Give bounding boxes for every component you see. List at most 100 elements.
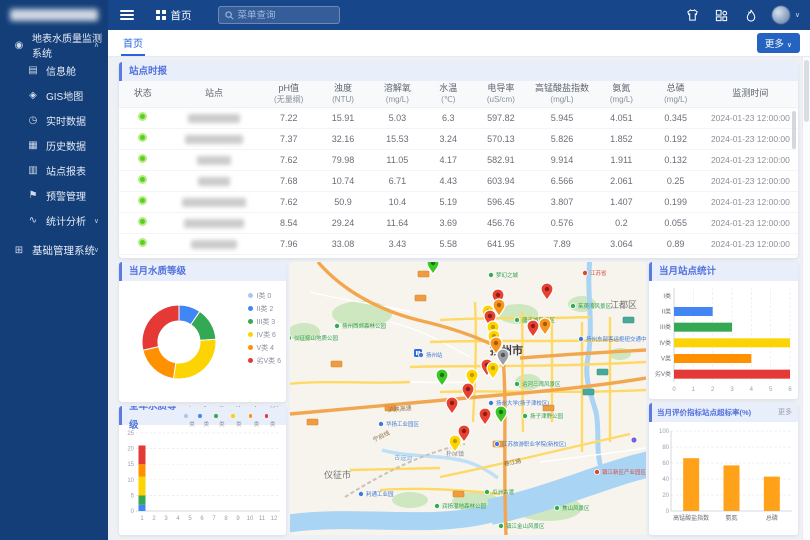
svg-text:利通工业园: 利通工业园	[366, 490, 394, 498]
layout-screen-icon[interactable]	[714, 7, 730, 23]
table-row[interactable]: 7.6810.746.714.43603.946.5662.0610.25202…	[119, 170, 798, 191]
station-name-redacted	[185, 135, 243, 144]
svg-text:扬子津野公园: 扬子津野公园	[530, 412, 564, 420]
legend-item[interactable]: I类 0	[248, 289, 281, 302]
sidebar-item-4[interactable]: ▥站点报表	[0, 158, 108, 183]
svg-text:焦山风景区: 焦山风景区	[562, 504, 590, 512]
exceed-bar-高锰酸盐指数[interactable]	[683, 458, 699, 511]
exceed-bar-总磷[interactable]	[764, 477, 780, 511]
tab-home[interactable]: 首页	[121, 30, 145, 56]
column-header: 总磷(mg/L)	[649, 81, 703, 107]
monitor-time: 2024-01-23 12:00:00	[703, 233, 798, 254]
table-row[interactable]: 7.3732.1615.533.24570.135.8261.8520.1922…	[119, 128, 798, 149]
svg-text:40: 40	[662, 477, 669, 483]
chevron-down-icon: ∨	[94, 217, 99, 225]
svg-text:II类: II类	[662, 308, 671, 316]
sidebar-item-5[interactable]: ⚑预警管理	[0, 183, 108, 208]
map-label: 运河三湾风景区	[514, 380, 561, 388]
panel-title: 当月评价指标站点超标率(%) 更多	[649, 403, 798, 422]
svg-text:5: 5	[131, 493, 135, 499]
hbar-IV类[interactable]	[674, 338, 790, 347]
monitor-time: 2024-01-23 12:00:00	[703, 170, 798, 191]
user-avatar[interactable]	[772, 6, 790, 24]
donut-legend: I类 0II类 2III类 3IV类 6V类 4劣V类 6	[248, 289, 281, 367]
annual-grade-panel: 全年水质等级 I类II类III类IV类V类劣V类 051015202512345…	[119, 406, 286, 535]
map-label: 江苏旅游职业学院(新校区)	[494, 440, 566, 448]
hamburger-menu-icon[interactable]	[120, 10, 134, 20]
chevron-down-icon: ∨	[94, 246, 99, 254]
table-row[interactable]: 7.6250.910.45.19596.453.8071.4070.199202…	[119, 191, 798, 212]
donut-slice-劣V类[interactable]	[142, 305, 179, 350]
topbar: 首页 ∨	[108, 0, 810, 30]
hbar-III类[interactable]	[674, 323, 732, 332]
exceed-rate-bar-chart: 020406080100高锰酸盐指数氨氮总磷	[649, 423, 798, 535]
stack-segment-V类[interactable]	[139, 464, 146, 476]
stack-segment-II类[interactable]	[139, 505, 146, 511]
legend-item[interactable]: 劣V类 6	[248, 354, 281, 367]
theme-skin-icon[interactable]	[685, 7, 701, 23]
table-scrollbar[interactable]	[792, 111, 796, 149]
svg-text:5: 5	[188, 516, 192, 522]
hbar-劣V类[interactable]	[674, 370, 790, 379]
month-site-stats-panel: 当月站点统计 0123456I类II类III类IV类V类劣V类	[649, 262, 798, 399]
sidebar-item-1[interactable]: ◈GIS地图	[0, 83, 108, 108]
legend-item[interactable]: V类 4	[248, 341, 281, 354]
stack-segment-劣V类[interactable]	[139, 445, 146, 464]
tab-strip: 首页 更多∨	[108, 30, 810, 57]
hbar-V类[interactable]	[674, 354, 751, 363]
search-input[interactable]	[238, 10, 333, 21]
menu-item-icon: ▦	[26, 140, 40, 151]
status-dot-green	[138, 154, 147, 163]
svg-text:梦幻之城: 梦幻之城	[496, 271, 519, 279]
map-label: 扬州东部客运枢纽交通中心	[578, 335, 646, 343]
flame-icon[interactable]	[743, 7, 759, 23]
annual-grade-stacked-chart: 0510152025123456789101112	[119, 427, 286, 533]
monitor-time: 2024-01-23 12:00:00	[703, 107, 798, 128]
hbar-II类[interactable]	[674, 307, 713, 316]
menu-search[interactable]	[218, 6, 340, 24]
donut-slice-IV类[interactable]	[173, 339, 216, 379]
more-dropdown-button[interactable]: 更多∨	[757, 33, 800, 53]
svg-text:扬州东部客运枢纽交通中心: 扬州东部客运枢纽交通中心	[586, 335, 646, 343]
month-site-bar-chart: 0123456I类II类III类IV类V类劣V类	[649, 282, 798, 399]
sidebar-submenu: ▤信息舱◈GIS地图◷实时数据▦历史数据▥站点报表⚑预警管理∿统计分析∨	[0, 58, 108, 233]
column-header: 氨氮(mg/L)	[594, 81, 648, 107]
exceed-bar-氨氮[interactable]	[724, 465, 740, 511]
sidebar-item-0[interactable]: ▤信息舱	[0, 58, 108, 83]
svg-text:仪征市: 仪征市	[324, 469, 351, 480]
svg-text:江苏省: 江苏省	[590, 269, 607, 277]
sidebar-group-surface-water[interactable]: ◉ 地表水质量监测系统 ∧	[0, 32, 108, 58]
panel-title: 全年水质等级 I类II类III类IV类V类劣V类	[119, 406, 286, 425]
svg-text:总磷: 总磷	[766, 514, 778, 522]
sidebar-group-base-mgmt[interactable]: ⊞ 基础管理系统 ∨	[0, 237, 108, 263]
page-scrollbar[interactable]	[802, 30, 810, 540]
svg-text:2: 2	[152, 516, 156, 522]
sidebar-item-6[interactable]: ∿统计分析∨	[0, 208, 108, 233]
svg-text:1: 1	[140, 516, 144, 522]
legend-item[interactable]: III类 3	[248, 315, 281, 328]
sidebar-item-3[interactable]: ▦历史数据	[0, 133, 108, 158]
search-icon	[225, 11, 234, 20]
grid-icon	[156, 10, 166, 20]
chevron-down-icon[interactable]: ∨	[795, 11, 800, 19]
gis-map[interactable]: 扬州市仪征市江都区朴席镇沪陕高速春江路宁启线古运河扬州西郊森林公园仪征捺山地质公…	[290, 262, 646, 535]
stack-segment-III类[interactable]	[139, 495, 146, 504]
sidebar-item-2[interactable]: ◷实时数据	[0, 108, 108, 133]
stack-segment-IV类[interactable]	[139, 477, 146, 496]
menu-item-icon: ⚑	[26, 190, 40, 201]
svg-text:6: 6	[788, 387, 792, 393]
monitor-time: 2024-01-23 12:00:00	[703, 191, 798, 212]
svg-text:华扬工业园区: 华扬工业园区	[386, 420, 420, 428]
legend-item[interactable]: IV类 6	[248, 328, 281, 341]
table-row[interactable]: 7.9633.083.435.58641.957.893.0640.892024…	[119, 233, 798, 254]
more-link[interactable]: 更多	[778, 403, 792, 422]
table-row[interactable]: 8.5429.2411.643.69456.760.5760.20.055202…	[119, 212, 798, 233]
table-row[interactable]: 7.2215.915.036.3597.825.9454.0510.345202…	[119, 107, 798, 128]
station-report-table: 状态站点pH值(无量纲)浊度(NTU)溶解氧(mg/L)水温(℃)电导率(uS/…	[119, 81, 798, 255]
nav-home[interactable]: 首页	[156, 8, 192, 23]
svg-text:8: 8	[224, 516, 228, 522]
donut-slice-V类[interactable]	[143, 347, 176, 379]
svg-text:劣V类: 劣V类	[655, 370, 671, 378]
legend-item[interactable]: II类 2	[248, 302, 281, 315]
table-row[interactable]: 7.6279.9811.054.17582.919.9141.9110.1322…	[119, 149, 798, 170]
